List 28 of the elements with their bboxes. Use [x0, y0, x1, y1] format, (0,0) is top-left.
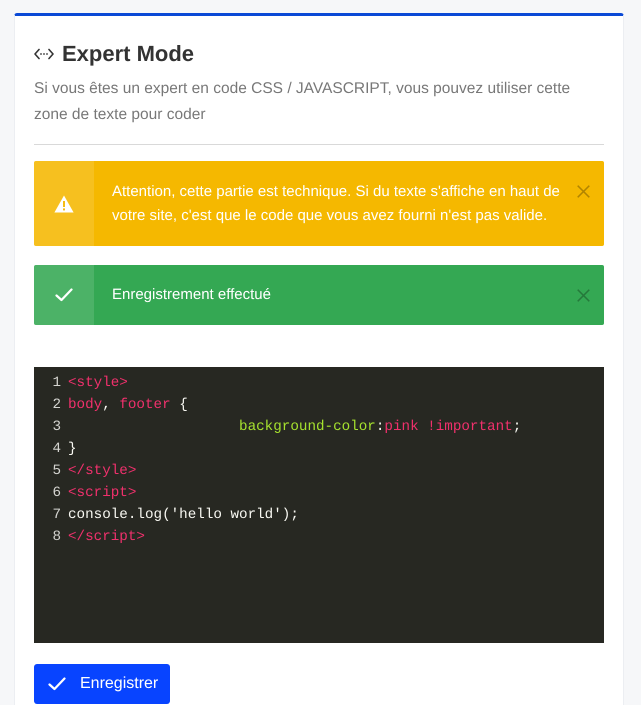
- line-number: 3: [51, 418, 61, 437]
- save-button[interactable]: Enregistrer: [34, 664, 170, 704]
- line-number: 5: [51, 462, 61, 481]
- code-line: console.log('hello world');: [68, 506, 299, 525]
- alert-message: Attention, cette partie est technique. Si du texte s'affiche en haut de votre site, c'est que le code que vous avez fourni n'est pas valide.: [111, 182, 561, 226]
- alert-message: Enregistrement effectué: [111, 285, 271, 305]
- close-icon[interactable]: [577, 289, 590, 302]
- code-icon: [34, 48, 54, 60]
- code-editor[interactable]: 1 <style> 2 body, footer { 3 background-color:pink !important; 4 } 5 </style> 6 <script> 7 console.log('hello world'); 8 </script>: [34, 367, 604, 643]
- code-line: }: [68, 440, 77, 459]
- line-number: 1: [51, 374, 61, 393]
- section-description: Si vous êtes un expert en code CSS / JAVASCRIPT, vous pouvez utiliser cette zone de texte pour coder: [34, 79, 572, 125]
- code-line: background-color:pink !important;: [238, 418, 522, 437]
- section-title: Expert Mode: [62, 42, 194, 66]
- line-number: 6: [51, 484, 61, 503]
- code-line: </script>: [68, 528, 145, 547]
- close-icon[interactable]: [577, 185, 590, 198]
- line-number: 8: [51, 528, 61, 547]
- code-line: body, footer {: [68, 396, 188, 415]
- code-line: </style>: [68, 462, 136, 481]
- code-line: <script>: [68, 484, 136, 503]
- line-number: 4: [51, 440, 61, 459]
- check-icon: [48, 677, 66, 691]
- check-icon: [55, 288, 73, 302]
- line-number: 7: [51, 506, 61, 525]
- line-number: 2: [51, 396, 61, 415]
- warning-icon: [54, 194, 74, 212]
- code-line: <style>: [68, 374, 128, 393]
